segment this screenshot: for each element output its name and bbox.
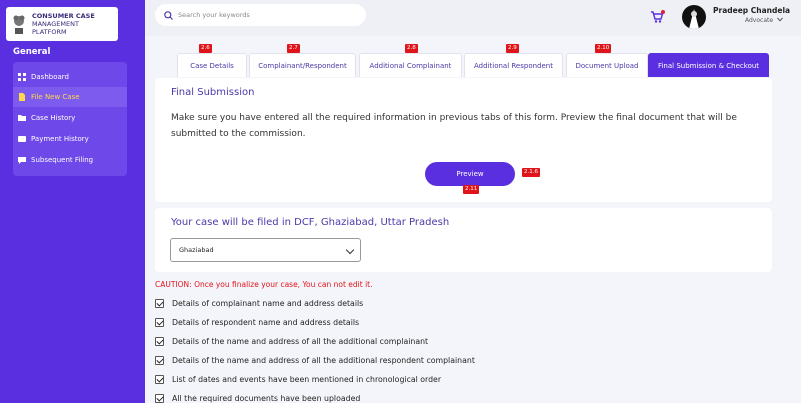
sidebar-item-file-new-case[interactable]: File New Case	[13, 87, 127, 107]
check-label: Details of respondent name and address d…	[172, 317, 360, 327]
chat-icon	[18, 157, 26, 164]
district-selected: Ghaziabad	[179, 246, 214, 254]
user-role-label: Advocate	[745, 17, 774, 24]
user-role[interactable]: Advocate	[745, 17, 783, 24]
check-item-documents[interactable]: All the required documents have been upl…	[155, 392, 360, 403]
check-label: Details of the name and address of all t…	[172, 336, 429, 346]
file-icon	[19, 93, 25, 101]
tab-label: Case Details	[190, 61, 234, 70]
caution-text: CAUTION: Once you finalize your case, Yo…	[155, 280, 373, 289]
chevron-down-icon	[345, 245, 355, 255]
sidebar-nav: Dashboard File New Case Case History Pay…	[13, 62, 127, 176]
filing-title: Your case will be filed in DCF, Ghaziaba…	[171, 217, 450, 228]
tag-label: 2.9	[506, 44, 519, 53]
tab-case-details[interactable]: Case Details	[177, 53, 247, 77]
tab-label: Additional Complainant	[369, 61, 452, 70]
check-item-additional-respondent[interactable]: Details of the name and address of all t…	[155, 354, 475, 366]
checkbox[interactable]	[155, 336, 164, 346]
preview-label: Preview	[456, 170, 484, 178]
tag-label: 2.7	[287, 44, 300, 53]
district-select[interactable]: Ghaziabad	[170, 238, 361, 262]
tab-complainant-respondent[interactable]: Complainant/Respondent	[249, 53, 356, 77]
tab-final-submission[interactable]: Final Submission & Checkout	[648, 53, 769, 77]
search-bar[interactable]: Search your keywords	[155, 4, 366, 26]
checkbox[interactable]	[155, 317, 164, 327]
app-logo[interactable]: CONSUMER CASE MANAGEMENT PLATFORM	[6, 7, 118, 41]
search-icon	[164, 10, 173, 20]
sidebar-item-label: Dashboard	[31, 73, 69, 81]
emblem-icon	[13, 15, 25, 34]
user-name[interactable]: Pradeep Chandela	[713, 6, 790, 15]
logo-line2: MANAGEMENT	[32, 20, 79, 28]
sidebar-item-label: File New Case	[31, 93, 80, 101]
wallet-icon	[18, 136, 26, 142]
folder-icon	[18, 115, 26, 121]
section-title: Final Submission	[171, 87, 255, 98]
sidebar-item-dashboard[interactable]: Dashboard	[13, 67, 127, 87]
preview-button[interactable]: Preview	[425, 162, 515, 186]
tab-label: Complainant/Respondent	[258, 61, 347, 70]
avatar-image	[689, 9, 699, 29]
check-label: List of dates and events have been menti…	[172, 374, 442, 384]
tab-additional-respondent[interactable]: Additional Respondent	[464, 53, 563, 77]
search-input[interactable]: Search your keywords	[178, 11, 250, 19]
check-item-complainant[interactable]: Details of complainant name and address …	[155, 297, 363, 309]
sidebar-section-label: General	[13, 47, 51, 57]
checkbox[interactable]	[155, 374, 164, 384]
logo-line3: PLATFORM	[32, 28, 67, 36]
sidebar-item-payment-history[interactable]: Payment History	[13, 129, 127, 149]
cart-badge	[661, 10, 665, 14]
check-item-dates-events[interactable]: List of dates and events have been menti…	[155, 373, 441, 385]
tab-label: Document Upload	[575, 61, 639, 70]
checkbox[interactable]	[155, 393, 164, 403]
tag-label: 2.6	[199, 44, 212, 53]
tab-additional-complainant[interactable]: Additional Complainant	[359, 53, 462, 77]
checkbox[interactable]	[155, 298, 164, 308]
tag-label: 2.10	[595, 44, 612, 53]
avatar[interactable]	[682, 5, 706, 29]
chevron-down-icon	[777, 17, 783, 22]
sidebar-item-label: Subsequent Filing	[31, 156, 94, 164]
tag-label: 2.11	[463, 185, 480, 194]
logo-title: CONSUMER CASE	[32, 12, 95, 20]
sidebar-item-label: Payment History	[31, 135, 89, 143]
instruction-text: Make sure you have entered all the requi…	[171, 113, 737, 139]
tab-label: Final Submission & Checkout	[657, 61, 760, 70]
tag-label: 2.8	[405, 44, 418, 53]
check-label: Details of complainant name and address …	[172, 298, 364, 308]
check-item-respondent[interactable]: Details of respondent name and address d…	[155, 316, 359, 328]
sidebar-item-label: Case History	[31, 114, 76, 122]
sidebar: CONSUMER CASE MANAGEMENT PLATFORM Genera…	[0, 0, 145, 403]
grid-icon	[18, 73, 26, 81]
check-label: All the required documents have been upl…	[172, 393, 361, 403]
sidebar-item-subsequent-filing[interactable]: Subsequent Filing	[13, 150, 127, 170]
checkbox[interactable]	[155, 355, 164, 365]
tab-document-upload[interactable]: Document Upload	[566, 53, 648, 77]
tag-label: 2.1.6	[522, 168, 540, 177]
sidebar-item-case-history[interactable]: Case History	[13, 108, 127, 128]
check-item-additional-complainant[interactable]: Details of the name and address of all t…	[155, 335, 428, 347]
check-label: Details of the name and address of all t…	[172, 355, 475, 365]
tab-label: Additional Respondent	[474, 61, 553, 70]
